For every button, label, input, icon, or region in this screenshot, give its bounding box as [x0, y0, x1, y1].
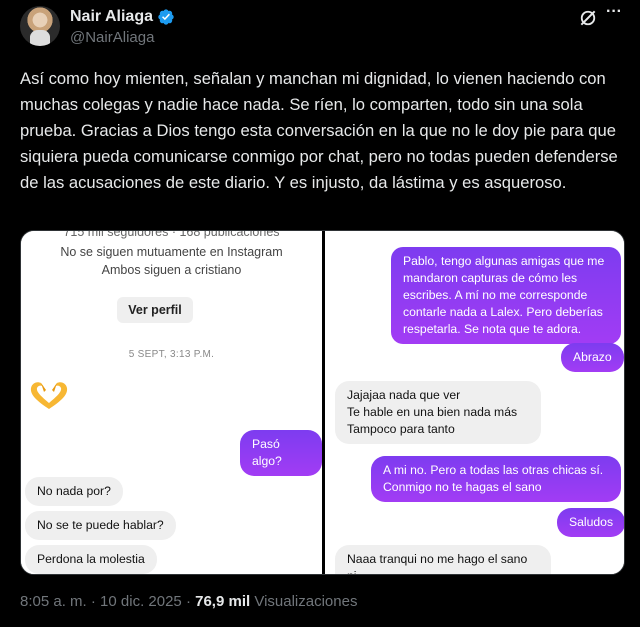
avatar[interactable]	[20, 6, 60, 46]
heart-hands-emoji-icon	[30, 382, 68, 409]
meta-separator: ·	[90, 593, 96, 610]
views-count: 76,9 mil	[195, 593, 251, 610]
tweet-text: Así como hoy mienten, señalan y manchan …	[20, 69, 623, 192]
tweet-media-image[interactable]: 715 mil seguidores · 168 publicaciones N…	[20, 230, 625, 575]
message-bubble-in: No se te puede hablar?	[25, 511, 176, 540]
verified-badge-icon	[158, 9, 174, 25]
chat-screenshot-right: Pablo, tengo algunas amigas que me manda…	[325, 231, 624, 574]
author-name[interactable]: Nair Aliaga	[70, 8, 153, 26]
chat-screenshot-left: 715 mil seguidores · 168 publicaciones N…	[21, 231, 322, 574]
tweet-date[interactable]: 10 dic. 2025	[100, 593, 182, 610]
message-bubble-in: Naaa tranqui no me hago el sano ni nada …	[335, 545, 551, 574]
meta-separator: ·	[185, 593, 191, 610]
message-bubble-in: Perdona la molestia	[25, 545, 157, 574]
message-bubble-out: A mi no. Pero a todas las otras chicas s…	[371, 456, 621, 502]
grok-icon[interactable]	[578, 8, 598, 28]
message-bubble-out: Saludos	[557, 508, 624, 537]
more-options-icon[interactable]: ···	[604, 4, 624, 26]
tweet-time[interactable]: 8:05 a. m.	[20, 593, 87, 610]
profile-stats: 715 mil seguidores · 168 publicaciones	[63, 231, 280, 239]
tweet-header: Nair Aliaga @NairAliaga ···	[16, 4, 624, 50]
message-bubble-out: Pasó algo?	[240, 430, 322, 476]
chat-date: 5 SEPT, 3:13 P.M.	[128, 349, 215, 360]
views-label: Visualizaciones	[254, 593, 358, 610]
both-follow: Ambos siguen a cristiano	[101, 263, 242, 277]
message-bubble-out: Pablo, tengo algunas amigas que me manda…	[391, 247, 621, 344]
author-name-row: Nair Aliaga	[70, 8, 175, 26]
mutual-status: No se siguen mutuamente en Instagram	[60, 245, 283, 259]
message-bubble-out: Abrazo	[561, 343, 624, 372]
author-handle[interactable]: @NairAliaga	[70, 29, 154, 46]
message-bubble-in: No nada por?	[25, 477, 123, 506]
message-bubble-in: Jajajaa nada que ver Te hable en una bie…	[335, 381, 541, 444]
tweet-meta: 8:05 a. m. · 10 dic. 2025 · 76,9 mil Vis…	[20, 593, 357, 610]
view-profile-button: Ver perfil	[117, 297, 193, 323]
